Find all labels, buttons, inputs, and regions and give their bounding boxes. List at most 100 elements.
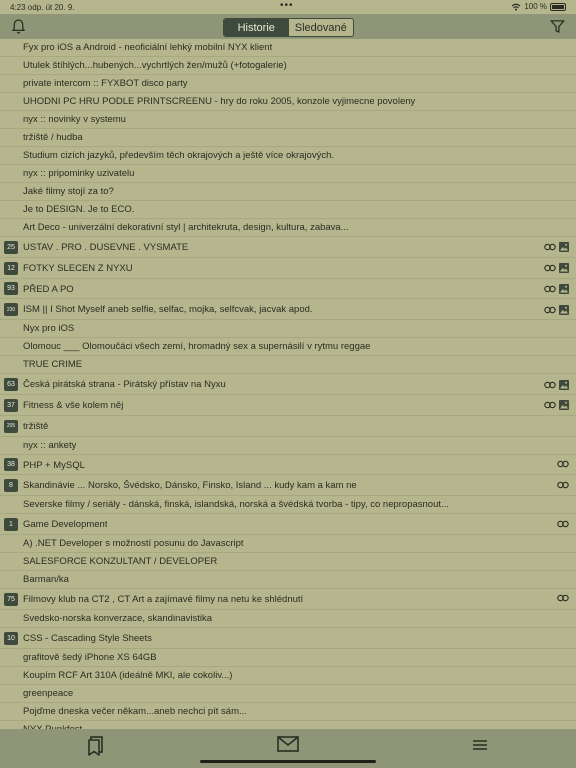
list-item[interactable]: 25 USTAV . PRO . DUSEVNE . VYSMATE [0,237,576,258]
row-indicators [544,242,569,253]
list-item[interactable]: nyx :: ankety [0,437,576,455]
list-item-title: grafitově šedý iPhone XS 64GB [23,651,157,663]
list-item[interactable]: 37 Fitness & vše kolem něj [0,395,576,416]
link-icon [544,243,556,251]
row-indicators [557,481,569,489]
status-time: 4:23 odp. út 20. 9. [10,3,75,12]
list-item[interactable]: 230 ISM || I Shot Myself aneb selfie, sel… [0,299,576,321]
list-item[interactable]: TRUE CRIME [0,356,576,375]
list-item-title: Je to DESIGN. Je to ECO. [23,204,135,215]
list-item[interactable]: Barman/ka [0,571,576,589]
tab-historie[interactable]: Historie [224,19,289,36]
list-item-title: Skandinávie ... Norsko, Švédsko, Dánsko,… [23,480,357,492]
list-item[interactable]: Olomouc ___ Olomoučáci všech zemí, hroma… [0,338,576,357]
link-icon [557,520,569,528]
list-item-title: PHP + MySQL [23,459,85,471]
list-item[interactable]: 63 Česká pirátská strana - Pirátský příst… [0,374,576,395]
image-icon [559,283,569,294]
list-item[interactable]: nyx :: pripominky uzivatelu [0,165,576,183]
list-item[interactable]: grafitově šedý iPhone XS 64GB [0,649,576,667]
list-item-title: USTAV . PRO . DUSEVNE . VYSMATE [23,242,189,253]
unread-count-badge: 63 [4,378,18,392]
link-icon [544,264,556,272]
image-icon [559,304,569,315]
list-item-title: Česká pirátská strana - Pirátský přístav… [23,379,226,391]
status-right: 100 % [511,2,566,11]
list-item[interactable]: 12 FOTKY SLECEN Z NYXU [0,258,576,279]
list-item-title: greenpeace [23,687,74,699]
image-icon [559,242,569,253]
list-item-title: PŘED A PO [23,283,74,295]
menu-icon[interactable] [472,739,488,751]
list-item[interactable]: Nyx pro iOS [0,320,576,339]
bookmarks-icon[interactable] [87,736,104,756]
list-item[interactable]: 75 Filmovy klub na CT2 , CT Art a zajímav… [0,589,576,610]
list-item[interactable]: 1 Game Development [0,514,576,535]
link-icon [544,381,556,389]
list-item[interactable]: private intercom :: FYXBOT disco party [0,75,576,93]
unread-count-badge: 93 [4,282,18,296]
list-item[interactable]: Je to DESIGN. Je to ECO. [0,201,576,219]
list-item[interactable]: nyx :: novinky v systemu [0,111,576,129]
list-item-title: Jaké filmy stojí za to? [23,186,114,197]
unread-count-badge: 25 [4,240,18,254]
list-item[interactable]: 93 PŘED A PO [0,279,576,300]
list-item[interactable]: greenpeace [0,685,576,703]
wifi-icon [511,3,521,11]
list-item-title: nyx :: ankety [23,439,77,451]
list-item[interactable]: 8 Skandinávie ... Norsko, Švédsko, Dánsko… [0,475,576,497]
history-watched-segmented-control: Historie Sledované [223,18,354,37]
list-item[interactable]: Pojďme dneska večer někam...aneb nechci … [0,703,576,721]
link-icon [557,481,569,489]
row-indicators [557,460,569,468]
home-indicator [200,760,376,763]
list-item[interactable]: 10 CSS - Cascading Style Sheets [0,628,576,649]
list-item-title: tržiště [23,420,49,432]
list-item[interactable]: Jaké filmy stojí za to? [0,183,576,201]
bell-icon[interactable] [10,18,27,35]
unread-count-badge: 1 [4,518,18,532]
list-item[interactable]: Studium cizích jazyků, především těch ok… [0,147,576,165]
multitask-dots[interactable]: ••• [280,0,294,11]
list-item-title: CSS - Cascading Style Sheets [23,632,152,644]
row-indicators [544,283,569,294]
list-item-title: TRUE CRIME [23,359,83,371]
list-item-title: Fyx pro iOS a Android - neoficiální lehk… [23,42,273,53]
unread-count-badge: 12 [4,261,18,275]
list-item[interactable]: A) .NET Developer s možností posunu do J… [0,535,576,553]
list-item[interactable]: Svedsko-norska konverzace, skandinavisti… [0,610,576,628]
list-item-title: Pojďme dneska večer někam...aneb nechci … [23,705,247,717]
list-item-title: Olomouc ___ Olomoučáci všech zemí, hroma… [23,341,371,353]
list-item-title: Game Development [23,519,108,531]
list-item[interactable]: SALESFORCE KONZULTANT / DEVELOPER [0,553,576,571]
unread-count-badge: 37 [4,398,18,412]
list-item[interactable]: Severske filmy / seriály - dánská, finsk… [0,496,576,515]
link-icon [557,460,569,468]
list-item[interactable]: tržiště / hudba [0,129,576,147]
unread-count-badge: 10 [4,631,18,645]
filter-icon[interactable] [549,18,566,35]
link-icon [544,306,556,314]
list-item[interactable]: Fyx pro iOS a Android - neoficiální lehk… [0,39,576,57]
list-item-title: Koupím RCF Art 310A (ideálně MKI, ale co… [23,669,233,681]
list-item-title: Svedsko-norska konverzace, skandinavisti… [23,612,213,624]
list-item[interactable]: Art Deco - univerzální dekorativní styl … [0,219,576,237]
row-indicators [557,520,569,528]
unread-count-badge: 75 [4,592,18,606]
image-icon [559,263,569,274]
discussion-list: Fyx pro iOS a Android - neoficiální lehk… [0,39,576,729]
list-item-title: UHODNI PC HRU PODLE PRINTSCREENU - hry d… [23,96,416,107]
list-item[interactable]: Utulek štíhlých...hubených...vychrtlých … [0,57,576,75]
row-indicators [544,304,569,315]
tab-sledovane[interactable]: Sledované [289,19,354,36]
list-item[interactable]: UHODNI PC HRU PODLE PRINTSCREENU - hry d… [0,93,576,111]
mail-icon[interactable] [277,736,299,752]
list-item[interactable]: Koupím RCF Art 310A (ideálně MKI, ale co… [0,667,576,685]
list-item[interactable]: NYX Punkfest [0,721,576,729]
link-icon [544,401,556,409]
list-item[interactable]: 205 tržiště [0,416,576,437]
image-icon [559,400,569,411]
unread-count-badge: 8 [4,479,18,493]
list-item[interactable]: 38 PHP + MySQL [0,455,576,476]
unread-count-badge: 38 [4,458,18,472]
